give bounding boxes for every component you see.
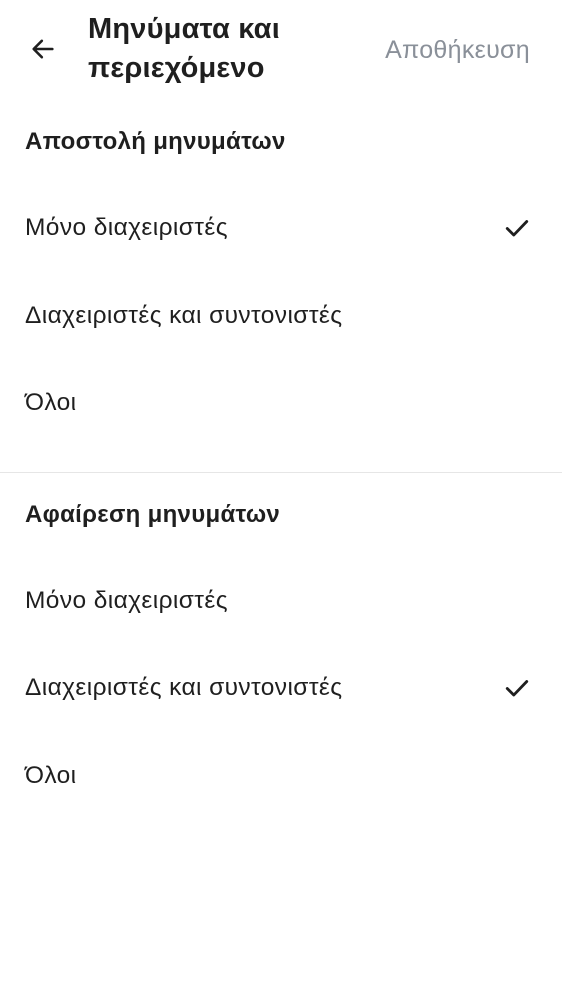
back-button[interactable] — [22, 28, 64, 70]
option-label: Μόνο διαχειριστές — [25, 587, 228, 614]
option-delete-admins-and-moderators[interactable]: Διαχειριστές και συντονιστές — [0, 653, 562, 723]
top-app-bar: Μηνύματα και περιεχόμενο Αποθήκευση — [0, 0, 562, 100]
checkmark-icon — [505, 220, 529, 237]
checkmark-icon — [505, 680, 529, 697]
option-send-admins-and-moderators[interactable]: Διαχειριστές και συντονιστές — [0, 281, 562, 351]
option-label: Όλοι — [25, 389, 77, 416]
option-label: Όλοι — [25, 762, 77, 789]
option-label: Διαχειριστές και συντονιστές — [25, 674, 343, 701]
arrow-left-icon — [32, 39, 54, 59]
option-send-admins-only[interactable]: Μόνο διαχειριστές — [0, 193, 562, 263]
save-button[interactable]: Αποθήκευση — [385, 33, 530, 67]
option-delete-everyone[interactable]: Όλοι — [0, 741, 562, 811]
option-delete-admins-only[interactable]: Μόνο διαχειριστές — [0, 566, 562, 636]
section-divider — [0, 472, 562, 473]
option-send-everyone[interactable]: Όλοι — [0, 368, 562, 438]
page-title: Μηνύματα και περιεχόμενο — [88, 13, 280, 84]
section-title-send-messages: Αποστολή μηνυμάτων — [25, 128, 286, 155]
option-label: Μόνο διαχειριστές — [25, 214, 228, 241]
option-label: Διαχειριστές και συντονιστές — [25, 302, 343, 329]
messages-content-settings-screen: Μηνύματα και περιεχόμενο Αποθήκευση Αποσ… — [0, 0, 562, 1000]
section-title-delete-messages: Αφαίρεση μηνυμάτων — [25, 501, 281, 528]
